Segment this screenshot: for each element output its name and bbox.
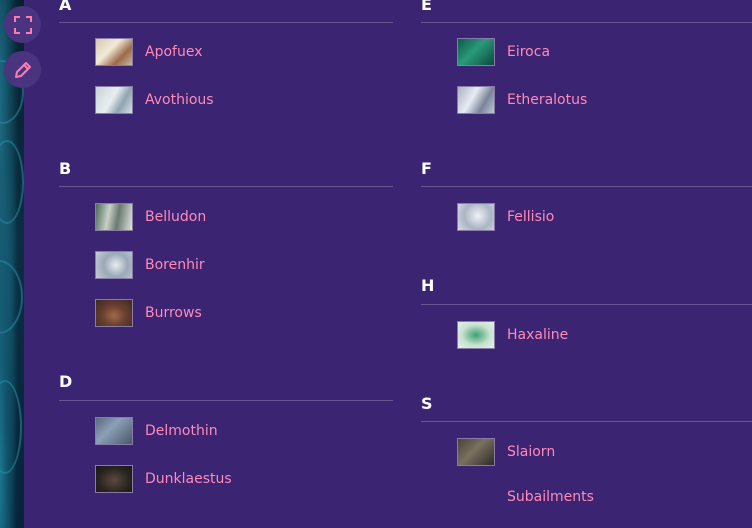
list-item-label[interactable]: Delmothin [145, 423, 218, 439]
list-item-subailments[interactable]: Subailments [507, 482, 594, 512]
thumbnail-image [457, 38, 495, 66]
section-heading-f: F [421, 159, 432, 178]
section-divider [421, 22, 752, 23]
section-divider [421, 304, 752, 305]
fullscreen-icon [13, 15, 32, 34]
list-item-label[interactable]: Eiroca [507, 44, 550, 60]
list-item-belludon[interactable]: Belludon [95, 202, 206, 232]
list-item-label[interactable]: Burrows [145, 305, 202, 321]
list-item-burrows[interactable]: Burrows [95, 298, 202, 328]
thumbnail-image [95, 417, 133, 445]
list-item-label[interactable]: Slaiorn [507, 444, 555, 460]
fullscreen-button[interactable] [4, 6, 41, 43]
section-heading-d: D [59, 372, 73, 391]
list-item-eiroca[interactable]: Eiroca [457, 37, 550, 67]
pencil-icon [14, 61, 31, 78]
list-item-label[interactable]: Fellisio [507, 209, 554, 225]
list-item-avothious[interactable]: Avothious [95, 85, 214, 115]
thumbnail-image [95, 299, 133, 327]
list-item-label[interactable]: Subailments [507, 489, 594, 505]
list-item-delmothin[interactable]: Delmothin [95, 416, 218, 446]
thumbnail-image [457, 321, 495, 349]
list-item-label[interactable]: Haxaline [507, 327, 568, 343]
section-heading-a: A [59, 0, 72, 14]
list-item-haxaline[interactable]: Haxaline [457, 320, 568, 350]
section-heading-b: B [59, 159, 72, 178]
list-item-label[interactable]: Etheralotus [507, 92, 587, 108]
section-divider [421, 421, 752, 422]
thumbnail-image [95, 86, 133, 114]
thumbnail-image [95, 251, 133, 279]
section-heading-s: S [421, 394, 433, 413]
section-divider [59, 400, 393, 401]
thumbnail-image [95, 465, 133, 493]
list-item-label[interactable]: Borenhir [145, 257, 205, 273]
section-heading-h: H [421, 276, 435, 295]
list-item-apofuex[interactable]: Apofuex [95, 37, 202, 67]
list-item-label[interactable]: Belludon [145, 209, 206, 225]
list-item-label[interactable]: Avothious [145, 92, 214, 108]
list-item-borenhir[interactable]: Borenhir [95, 250, 205, 280]
section-divider [59, 186, 393, 187]
thumbnail-image [457, 86, 495, 114]
section-divider [59, 22, 393, 23]
edit-button[interactable] [4, 51, 41, 88]
list-item-fellisio[interactable]: Fellisio [457, 202, 554, 232]
list-item-dunklaestus[interactable]: Dunklaestus [95, 464, 232, 494]
list-item-slaiorn[interactable]: Slaiorn [457, 437, 555, 467]
section-divider [421, 186, 752, 187]
section-heading-e: E [421, 0, 432, 14]
list-item-label[interactable]: Apofuex [145, 44, 202, 60]
thumbnail-image [95, 203, 133, 231]
list-item-etheralotus[interactable]: Etheralotus [457, 85, 587, 115]
main-content: A Apofuex Avothious B Belludon Borenhir … [24, 0, 752, 528]
list-item-label[interactable]: Dunklaestus [145, 471, 232, 487]
thumbnail-image [95, 38, 133, 66]
thumbnail-image [457, 203, 495, 231]
thumbnail-image [457, 438, 495, 466]
